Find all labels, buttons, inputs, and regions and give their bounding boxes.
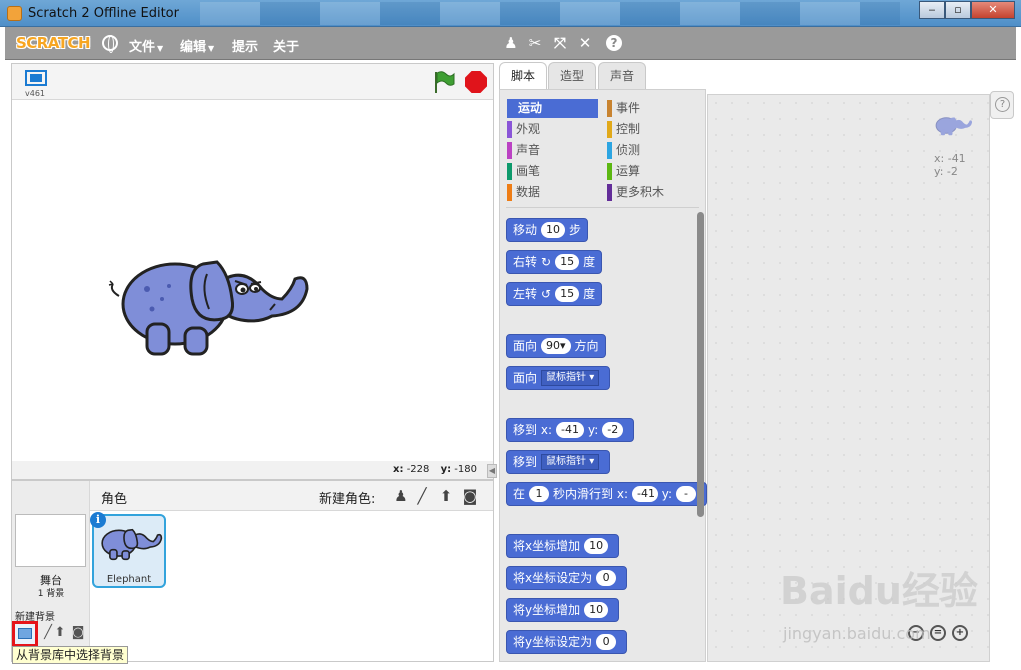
stage-header: v461 — [12, 64, 493, 100]
category-control[interactable]: 控制 — [607, 120, 699, 139]
window-titlebar: Scratch 2 Offline Editor ‒ ▫ ✕ — [0, 0, 1021, 27]
sprite-x-readout: x: -41 — [934, 152, 966, 165]
landscape-icon — [18, 628, 32, 639]
close-button[interactable]: ✕ — [971, 1, 1015, 19]
block-glide[interactable]: 在 1 秒内滑行到 x: -41 y: - — [506, 482, 707, 506]
app-icon — [7, 6, 22, 21]
block-move-steps[interactable]: 移动 10 步 — [506, 218, 589, 242]
stage-canvas[interactable] — [12, 100, 493, 461]
language-globe-icon[interactable] — [102, 35, 118, 53]
grow-icon[interactable]: ⤧ — [551, 34, 569, 52]
window-title: Scratch 2 Offline Editor — [28, 6, 179, 21]
help-icon[interactable]: ? — [606, 35, 622, 51]
sprite-name: Elephant — [106, 574, 152, 585]
camera-sprite-icon[interactable]: ◙ — [460, 486, 480, 506]
block-change-y[interactable]: 将y坐标增加 10 — [506, 598, 620, 622]
category-motion[interactable]: 运动 — [507, 99, 598, 118]
paint-new-sprite-icon[interactable]: ╱ — [412, 486, 432, 506]
block-palette: 运动 事件 外观 控制 声音 侦测 画笔 运算 数据 更多积木 移动 10 步 右转… — [499, 89, 707, 662]
version-label: v461 — [25, 89, 46, 98]
sprite-y-readout: y: -2 — [934, 165, 958, 178]
sprite-header: 角色 新建角色: ♟ ╱ ⬆ ◙ — [90, 481, 493, 511]
green-flag-icon[interactable] — [433, 70, 455, 94]
rotate-cw-icon: ↻ — [541, 255, 552, 269]
block-go-to-xy[interactable]: 移到 x: -41 y: -2 — [506, 418, 635, 442]
shrink-icon[interactable]: ✕ — [576, 34, 594, 52]
elephant-sprite-on-stage[interactable] — [107, 244, 312, 369]
new-backdrop-icons: ╱ ⬆ ◙ — [12, 621, 90, 647]
help-panel-toggle[interactable]: ? — [990, 91, 1014, 119]
category-looks[interactable]: 外观 — [507, 120, 599, 139]
zoom-in-icon[interactable]: + — [952, 625, 968, 641]
block-turn-right[interactable]: 右转 ↻ 15 度 — [506, 250, 603, 274]
elephant-thumbnail — [101, 528, 163, 561]
upload-sprite-icon[interactable]: ⬆ — [436, 486, 456, 506]
backdrop-library-tooltip: 从背景库中选择背景 — [12, 646, 129, 664]
block-change-x[interactable]: 将x坐标增加 10 — [506, 534, 620, 558]
cut-icon[interactable]: ✂ — [526, 34, 544, 52]
tab-costumes[interactable]: 造型 — [548, 62, 596, 90]
menu-file[interactable]: 文件 ▼ — [129, 36, 163, 55]
stage-mouse-coords: x: -228 y: -180 — [12, 461, 493, 479]
block-go-to[interactable]: 移到 鼠标指针 ▾ — [506, 450, 611, 474]
menu-bar: SCRATCH 文件 ▼ 编辑 ▼ 提示 关于 ♟ ✂ ⤧ ✕ ? — [5, 27, 1016, 60]
help-question-icon: ? — [995, 97, 1010, 112]
watermark-url: jingyan.baidu.com — [783, 624, 931, 643]
category-more-blocks[interactable]: 更多积木 — [607, 183, 699, 202]
category-events[interactable]: 事件 — [607, 99, 699, 118]
sprite-library-icon[interactable]: ♟ — [391, 486, 411, 506]
palette-scrollbar[interactable] — [697, 212, 704, 517]
tab-sounds[interactable]: 声音 — [598, 62, 646, 90]
backdrop-count: 1 背景 — [37, 589, 65, 599]
menu-tips[interactable]: 提示 — [232, 36, 258, 55]
block-turn-left[interactable]: 左转 ↺ 15 度 — [506, 282, 603, 306]
sprites-title: 角色 — [101, 492, 128, 507]
sprite-tile-elephant[interactable]: i Elephant — [90, 512, 166, 588]
new-sprite-label: 新建角色: — [319, 492, 376, 507]
category-pen[interactable]: 画笔 — [507, 162, 599, 181]
tab-scripts[interactable]: 脚本 — [499, 62, 547, 92]
watermark-logo: Baidu经验 — [780, 569, 978, 613]
palette-divider — [506, 207, 699, 208]
zoom-reset-icon[interactable]: = — [930, 625, 946, 641]
category-operators[interactable]: 运算 — [607, 162, 699, 181]
sprite-pane: 舞台 1 背景 新建背景 ╱ ⬆ ◙ 角色 新建角色: ♟ ╱ ⬆ ◙ i El… — [11, 480, 494, 664]
block-set-y[interactable]: 将y坐标设定为 0 — [506, 630, 628, 654]
titlebar-background — [200, 2, 900, 25]
block-point-in-direction[interactable]: 面向 90▾ 方向 — [506, 334, 606, 358]
rotate-ccw-icon: ↺ — [541, 287, 552, 301]
camera-icon[interactable]: ◙ — [69, 624, 87, 642]
category-sensing[interactable]: 侦测 — [607, 141, 699, 160]
stage-panel: v461 x: -228 y: -180 — [11, 63, 494, 480]
category-sound[interactable]: 声音 — [507, 141, 599, 160]
backdrop-library-button[interactable] — [12, 621, 38, 647]
upload-icon[interactable]: ⬆ — [51, 624, 69, 642]
maximize-button[interactable]: ▫ — [945, 1, 971, 19]
menu-edit[interactable]: 编辑 ▼ — [180, 36, 214, 55]
duplicate-icon[interactable]: ♟ — [502, 34, 520, 52]
block-point-towards[interactable]: 面向 鼠标指针 ▾ — [506, 366, 611, 390]
category-data[interactable]: 数据 — [507, 183, 599, 202]
menu-about[interactable]: 关于 — [273, 36, 299, 55]
stage-column: 舞台 1 背景 新建背景 ╱ ⬆ ◙ — [12, 481, 90, 661]
current-sprite-icon — [935, 117, 973, 136]
collapse-stage-arrow-icon[interactable]: ◀ — [487, 464, 497, 478]
stop-icon[interactable] — [465, 71, 487, 93]
fullscreen-icon[interactable] — [25, 70, 47, 86]
stage-thumbnail[interactable] — [15, 514, 86, 567]
scratch-logo[interactable]: SCRATCH — [16, 34, 91, 52]
block-set-x[interactable]: 将x坐标设定为 0 — [506, 566, 628, 590]
minimize-button[interactable]: ‒ — [919, 1, 945, 19]
